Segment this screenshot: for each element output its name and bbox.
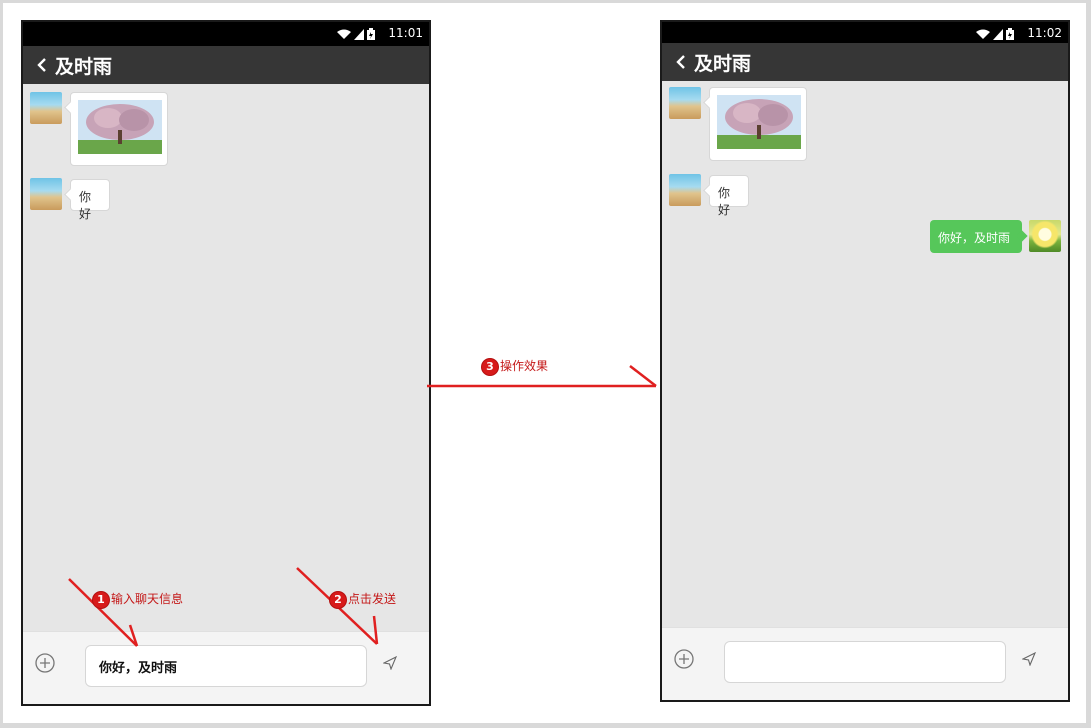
avatar[interactable]	[1029, 220, 1061, 252]
send-icon[interactable]	[1022, 652, 1036, 666]
back-icon[interactable]	[29, 46, 55, 84]
step-badge: 3	[482, 358, 498, 375]
message-input[interactable]: 你好，及时雨	[85, 645, 367, 687]
wifi-icon	[337, 29, 351, 39]
step-badge: 2	[330, 591, 346, 608]
tree-photo	[78, 100, 162, 154]
message-input[interactable]	[724, 641, 1006, 683]
chat-area[interactable]: 你好	[23, 84, 429, 632]
text-message[interactable]: 你好	[70, 179, 110, 221]
avatar[interactable]	[30, 92, 62, 124]
avatar[interactable]	[669, 87, 701, 119]
text-message[interactable]: 你好	[709, 175, 749, 217]
annotation-step2: 2 点击发送	[330, 590, 396, 608]
annotation-label: 点击发送	[348, 592, 397, 606]
annotation-label: 输入聊天信息	[111, 592, 184, 606]
wifi-icon	[976, 29, 990, 39]
title-bar: 及时雨	[23, 46, 429, 84]
step-badge: 1	[93, 591, 109, 608]
phone-after: 11:02 及时雨 你好 你好，及时雨	[660, 20, 1070, 702]
input-bar	[662, 627, 1068, 700]
send-icon[interactable]	[383, 656, 397, 670]
signal-icon	[354, 28, 364, 40]
message-text: 你好，及时雨	[938, 231, 1011, 245]
battery-icon	[1006, 28, 1014, 40]
avatar[interactable]	[30, 178, 62, 210]
plus-icon[interactable]	[35, 653, 55, 673]
status-time: 11:02	[1027, 26, 1062, 40]
sent-message[interactable]: 你好，及时雨	[930, 220, 1022, 253]
image-message[interactable]	[70, 92, 168, 166]
annotation-step3: 3 操作效果	[482, 357, 548, 375]
plus-icon[interactable]	[674, 649, 694, 669]
avatar[interactable]	[669, 174, 701, 206]
status-time: 11:01	[388, 26, 423, 40]
title-bar: 及时雨	[662, 43, 1068, 81]
back-icon[interactable]	[668, 43, 694, 81]
battery-icon	[367, 28, 375, 40]
tree-photo	[717, 95, 801, 149]
chat-area[interactable]: 你好 你好，及时雨	[662, 81, 1068, 628]
annotation-label: 操作效果	[500, 359, 549, 373]
page-title: 及时雨	[55, 55, 113, 78]
page-title: 及时雨	[694, 52, 752, 75]
message-text: 你好	[79, 190, 92, 221]
message-text: 你好	[718, 186, 731, 217]
status-bar: 11:01	[23, 22, 429, 46]
annotation-step1: 1 输入聊天信息	[93, 590, 183, 608]
canvas: 11:01 及时雨 你好 你好，及时雨 11:02 及时雨 你好 你好，及时雨 …	[3, 3, 1086, 723]
input-bar: 你好，及时雨	[23, 631, 429, 704]
image-message[interactable]	[709, 87, 807, 161]
signal-icon	[993, 28, 1003, 40]
